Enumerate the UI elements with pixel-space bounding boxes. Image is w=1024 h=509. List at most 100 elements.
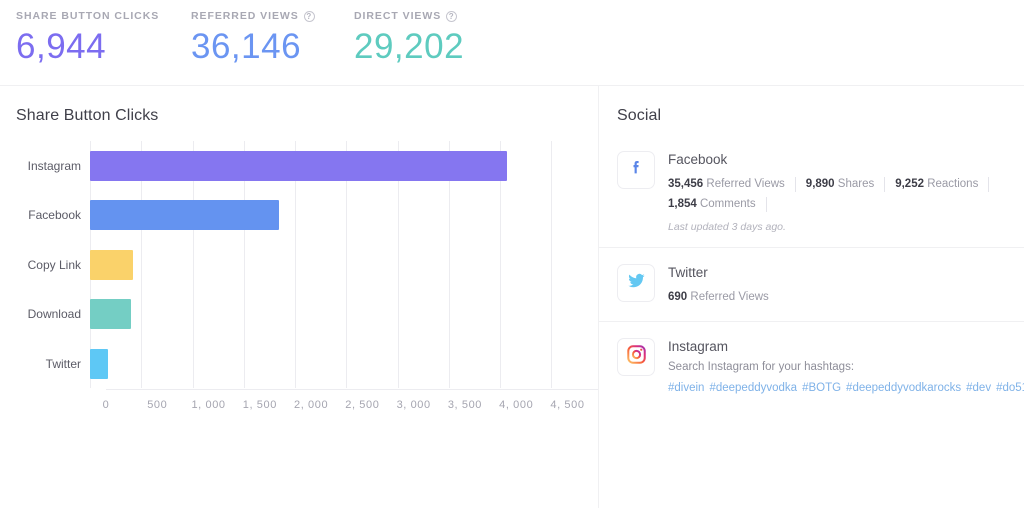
x-axis-tick-label: 2, 500	[345, 398, 380, 411]
chart-category-label: Copy Link	[27, 257, 81, 272]
social-item-instagram: Instagram Search Instagram for your hasht…	[599, 322, 1024, 411]
social-stat: 9,890 Shares	[806, 174, 874, 194]
chart-row: Twitter	[16, 339, 598, 389]
hashtag-link[interactable]: #divein	[668, 382, 704, 394]
x-axis-tick-label: 4, 000	[499, 398, 534, 411]
chart-row: Download	[16, 290, 598, 340]
social-list: Facebook 35,456 Referred Views 9,890 Share…	[599, 135, 1024, 411]
social-item-facebook: Facebook 35,456 Referred Views 9,890 Share…	[599, 135, 1024, 248]
hashtag-link[interactable]: #do512	[996, 382, 1024, 394]
x-axis-tick-label: 0	[102, 398, 110, 411]
social-stat: 9,252 Reactions	[895, 174, 978, 194]
social-stat: 690 Referred Views	[668, 287, 769, 307]
chart-category-label: Instagram	[27, 158, 81, 173]
chart-bar-track	[90, 191, 598, 241]
x-axis-tick-label: 3, 000	[396, 398, 431, 411]
instagram-icon-box	[617, 338, 655, 376]
help-icon[interactable]: ?	[303, 10, 315, 22]
chart-x-axis: 0 500 1, 000 1, 500 2, 000 2, 500 3, 000 3, 500…	[102, 388, 598, 417]
stat-divider	[765, 196, 767, 212]
social-item-body: Facebook 35,456 Referred Views 9,890 Share…	[668, 151, 1006, 233]
bar-chart: Instagram Facebook Copy Link Download Twitte…	[0, 141, 598, 417]
x-axis-tick-label: 1, 500	[242, 398, 277, 411]
social-item-body: Twitter 690 Referred Views	[668, 264, 1006, 307]
hashtag-link[interactable]: #deepeddyvodkarocks	[846, 382, 961, 394]
social-stat-value: 1,854	[668, 198, 697, 210]
stat-divider	[884, 176, 886, 192]
social-stat-label: Referred Views	[703, 178, 785, 190]
twitter-icon	[626, 270, 647, 296]
social-stat: 1,854 Comments	[668, 194, 756, 214]
stat-divider	[988, 176, 990, 192]
facebook-icon-box	[617, 151, 655, 189]
kpi-value: 29,202	[354, 27, 465, 66]
chart-bar[interactable]	[90, 200, 279, 231]
social-stat-label: Shares	[834, 178, 875, 190]
chart-category-label: Twitter	[45, 356, 81, 371]
x-axis-tick-label: 1, 000	[191, 398, 226, 411]
x-axis-tick-label: 2, 000	[294, 398, 329, 411]
social-stat-label: Referred Views	[687, 291, 769, 303]
kpi-label-text: DIRECT VIEWS	[354, 10, 442, 22]
chart-bar-track	[90, 290, 598, 340]
kpi-referred-views: REFERRED VIEWS ? 36,146	[191, 10, 354, 66]
kpi-label-text: REFERRED VIEWS	[191, 10, 299, 22]
hashtag-link[interactable]: #BOTG	[802, 382, 841, 394]
facebook-icon	[626, 158, 646, 183]
share-button-clicks-panel: Share Button Clicks Instagram Facebook Cop…	[0, 86, 598, 508]
hashtag-link[interactable]: #deepeddyvodka	[709, 382, 797, 394]
social-item-twitter: Twitter 690 Referred Views	[599, 248, 1024, 322]
social-title: Social	[617, 107, 662, 124]
dashboard-body: Share Button Clicks Instagram Facebook Cop…	[0, 86, 1024, 508]
chart-bar-track	[90, 240, 598, 290]
kpi-value: 36,146	[191, 27, 302, 66]
chart-bar-track	[90, 339, 598, 389]
social-stat-value: 9,890	[805, 178, 835, 190]
social-stat-label: Comments	[696, 198, 756, 210]
social-stat-label: Reactions	[924, 178, 979, 190]
social-stat-value: 35,456	[668, 178, 704, 190]
social-stats-row: 35,456 Referred Views 9,890 Shares 9,252 R…	[668, 174, 1006, 214]
social-network-name: Facebook	[668, 152, 728, 167]
kpi-label: DIRECT VIEWS ?	[354, 10, 534, 22]
twitter-icon-box	[617, 264, 655, 302]
chart-bar[interactable]	[90, 249, 133, 280]
kpi-summary-bar: SHARE BUTTON CLICKS 6,944 REFERRED VIEWS…	[0, 0, 1024, 86]
last-updated-text: Last updated 3 days ago.	[668, 221, 786, 233]
kpi-label-text: SHARE BUTTON CLICKS	[16, 10, 160, 22]
chart-row: Instagram	[16, 141, 598, 191]
kpi-share-button-clicks: SHARE BUTTON CLICKS 6,944	[16, 10, 191, 66]
chart-bars: Instagram Facebook Copy Link Download Twitte…	[16, 141, 598, 389]
help-icon[interactable]: ?	[446, 10, 458, 22]
social-panel: Social Facebook 35,456 Referred Views 9,89…	[598, 86, 1024, 508]
hashtag-list: #divein #deepeddyvodka #BOTG #deepeddyvodka…	[668, 379, 1024, 397]
chart-category-label: Download	[27, 307, 81, 322]
social-stats-row: 690 Referred Views	[668, 287, 1006, 307]
social-stat-value: 9,252	[895, 178, 924, 190]
x-axis-tick-label: 3, 500	[447, 398, 483, 411]
chart-category-label: Facebook	[28, 208, 81, 223]
x-axis-tick-label: 4, 500	[550, 398, 585, 411]
instagram-search-prompt: Search Instagram for your hashtags:	[668, 361, 855, 373]
kpi-label: SHARE BUTTON CLICKS	[16, 10, 191, 22]
x-axis-tick-label: 500	[147, 398, 168, 411]
analytics-page: SHARE BUTTON CLICKS 6,944 REFERRED VIEWS…	[0, 0, 1024, 509]
social-network-name: Instagram	[668, 339, 729, 354]
chart-title: Share Button Clicks	[16, 107, 159, 124]
chart-row: Copy Link	[16, 240, 598, 290]
instagram-icon	[626, 344, 647, 370]
social-item-body: Instagram Search Instagram for your hasht…	[668, 338, 1024, 397]
chart-bar[interactable]	[90, 150, 508, 181]
social-stat: 35,456 Referred Views	[668, 174, 785, 194]
kpi-direct-views: DIRECT VIEWS ? 29,202	[354, 10, 534, 66]
kpi-value: 6,944	[16, 27, 107, 66]
chart-bar[interactable]	[90, 299, 131, 330]
hashtag-link[interactable]: #dev	[966, 382, 991, 394]
chart-row: Facebook	[16, 191, 598, 241]
social-network-name: Twitter	[668, 265, 708, 280]
stat-divider	[794, 176, 796, 192]
social-stat-value: 690	[668, 291, 688, 303]
chart-bar[interactable]	[90, 348, 108, 379]
chart-bar-track	[90, 141, 598, 191]
kpi-label: REFERRED VIEWS ?	[191, 10, 354, 22]
